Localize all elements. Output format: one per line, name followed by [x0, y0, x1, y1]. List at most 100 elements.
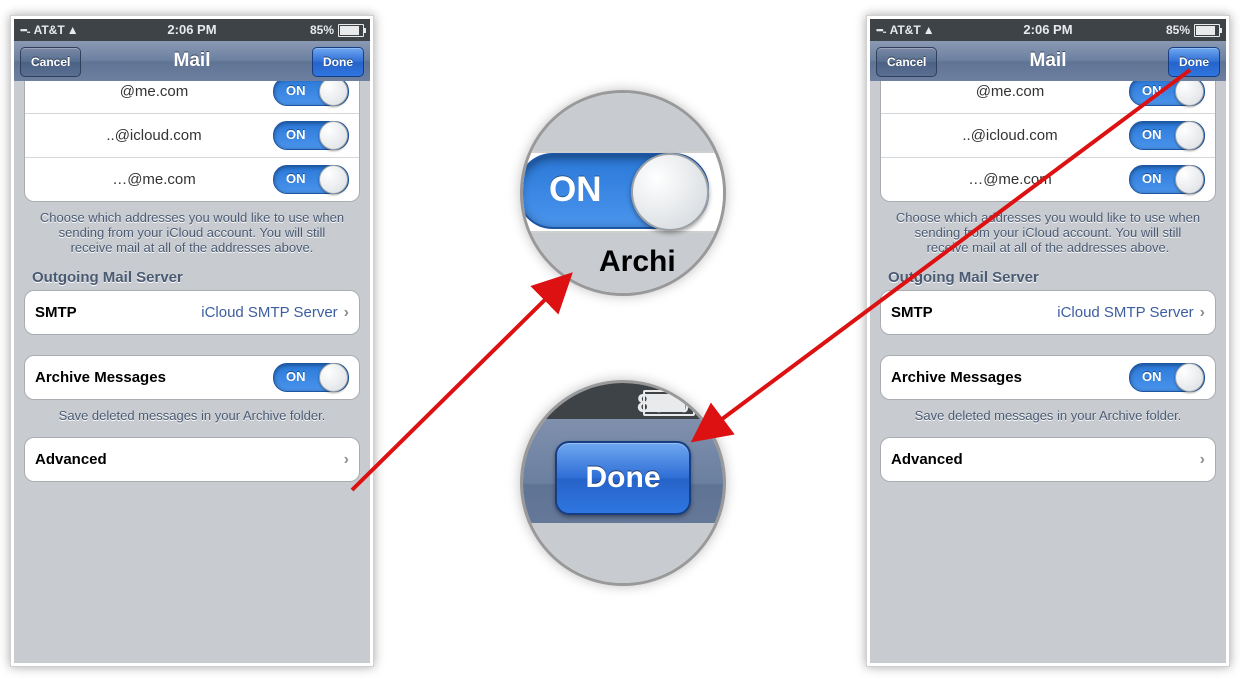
outgoing-group: SMTP iCloud SMTP Server ›: [880, 290, 1216, 335]
email-address: …@me.com: [35, 171, 273, 188]
wifi-icon: ▲: [923, 23, 935, 37]
smtp-row[interactable]: SMTP iCloud SMTP Server ›: [25, 291, 359, 334]
nav-bar: Cancel Mail Done: [870, 41, 1226, 82]
smtp-value: iCloud SMTP Server: [201, 304, 337, 321]
email-address-section: @me.com ON ..@icloud.com ON: [880, 81, 1216, 255]
email-row: …@me.com ON: [25, 158, 359, 201]
magnifier-done-button: 85% Done: [520, 380, 726, 586]
archive-toggle[interactable]: ON: [1129, 363, 1205, 392]
email-address: @me.com: [891, 83, 1129, 100]
outgoing-group: SMTP iCloud SMTP Server ›: [24, 290, 360, 335]
email-toggle[interactable]: ON: [273, 121, 349, 150]
signal-icon: ▪▪▪..: [20, 25, 30, 35]
archive-row: Archive Messages ON: [25, 356, 359, 399]
smtp-label: SMTP: [35, 304, 77, 321]
email-toggle[interactable]: ON: [1129, 121, 1205, 150]
signal-icon: ▪▪▪..: [876, 25, 886, 35]
chevron-right-icon: ›: [344, 304, 349, 322]
advanced-label: Advanced: [891, 451, 963, 468]
cancel-button[interactable]: Cancel: [20, 47, 81, 77]
battery-pct-label: 85%: [310, 23, 334, 37]
content-area: @me.com ON ..@icloud.com ON: [14, 81, 370, 663]
phone-left: ▪▪▪.. AT&T ▲ 2:06 PM 85% Cancel Mail Don…: [10, 15, 374, 667]
archive-section: Archive Messages ON Save deleted message…: [24, 355, 360, 423]
outgoing-header: Outgoing Mail Server: [32, 269, 360, 286]
archive-group: Archive Messages ON: [24, 355, 360, 400]
email-address: ..@icloud.com: [35, 127, 273, 144]
archive-section: Archive Messages ON Save deleted message…: [880, 355, 1216, 423]
email-address: @me.com: [35, 83, 273, 100]
toggle-knob-icon: [631, 153, 709, 231]
email-row: @me.com ON: [881, 81, 1215, 114]
email-group: @me.com ON ..@icloud.com ON: [24, 81, 360, 202]
archive-footer-label: Save deleted messages in your Archive fo…: [38, 408, 346, 423]
email-group: @me.com ON ..@icloud.com ON: [880, 81, 1216, 202]
toggle-knob-icon: [319, 121, 348, 150]
outgoing-section: Outgoing Mail Server SMTP iCloud SMTP Se…: [880, 269, 1216, 335]
toggle-on-label: ON: [1142, 171, 1162, 186]
toggle-on-label: ON: [1142, 83, 1162, 98]
email-toggle[interactable]: ON: [1129, 165, 1205, 194]
status-bar: ▪▪▪.. AT&T ▲ 2:06 PM 85%: [14, 19, 370, 41]
email-row: …@me.com ON: [881, 158, 1215, 201]
done-button[interactable]: Done: [1168, 47, 1220, 77]
advanced-section: Advanced ›: [24, 437, 360, 482]
outgoing-section: Outgoing Mail Server SMTP iCloud SMTP Se…: [24, 269, 360, 335]
advanced-group: Advanced ›: [24, 437, 360, 482]
canvas: ▪▪▪.. AT&T ▲ 2:06 PM 85% Cancel Mail Don…: [0, 0, 1240, 685]
content-area: @me.com ON ..@icloud.com ON: [870, 81, 1226, 663]
email-toggle[interactable]: ON: [273, 81, 349, 106]
nav-bar: Cancel Mail Done: [14, 41, 370, 82]
phone-right: ▪▪▪.. AT&T ▲ 2:06 PM 85% Cancel Mail Don…: [866, 15, 1230, 667]
toggle-on-label: ON: [549, 170, 602, 210]
toggle-on-label: ON: [1142, 127, 1162, 142]
done-button[interactable]: Done: [312, 47, 364, 77]
email-footer-label: Choose which addresses you would like to…: [894, 210, 1202, 255]
zoom-peek-text: Archi: [599, 245, 676, 279]
email-row: @me.com ON: [25, 81, 359, 114]
archive-row: Archive Messages ON: [881, 356, 1215, 399]
archive-toggle[interactable]: ON: [273, 363, 349, 392]
toggle-on-label: ON: [286, 127, 306, 142]
archive-group: Archive Messages ON: [880, 355, 1216, 400]
email-toggle[interactable]: ON: [273, 165, 349, 194]
smtp-row[interactable]: SMTP iCloud SMTP Server ›: [881, 291, 1215, 334]
toggle-on-label: ON: [286, 171, 306, 186]
carrier-label: AT&T: [34, 23, 65, 37]
carrier-label: AT&T: [890, 23, 921, 37]
email-address: ..@icloud.com: [891, 127, 1129, 144]
battery-icon: [338, 24, 364, 37]
chevron-right-icon: ›: [344, 451, 349, 469]
chevron-right-icon: ›: [1200, 451, 1205, 469]
battery-indicator: 85%: [310, 23, 364, 37]
advanced-row[interactable]: Advanced ›: [881, 438, 1215, 481]
email-row: ..@icloud.com ON: [25, 114, 359, 158]
outgoing-header: Outgoing Mail Server: [888, 269, 1216, 286]
email-footer-label: Choose which addresses you would like to…: [38, 210, 346, 255]
page-title: Mail: [174, 50, 211, 72]
archive-footer-label: Save deleted messages in your Archive fo…: [894, 408, 1202, 423]
email-address-section: @me.com ON ..@icloud.com ON: [24, 81, 360, 255]
smtp-value: iCloud SMTP Server: [1057, 304, 1193, 321]
status-bar: ▪▪▪.. AT&T ▲ 2:06 PM 85%: [870, 19, 1226, 41]
battery-icon: [1194, 24, 1220, 37]
advanced-row[interactable]: Advanced ›: [25, 438, 359, 481]
toggle-knob-icon: [1175, 121, 1204, 150]
wifi-icon: ▲: [67, 23, 79, 37]
smtp-label: SMTP: [891, 304, 933, 321]
toggle-on-label: ON: [1142, 369, 1162, 384]
advanced-label: Advanced: [35, 451, 107, 468]
toggle-knob-icon: [319, 81, 348, 106]
magnifier-on-toggle: ON Archi: [520, 90, 726, 296]
toggle-knob-icon: [319, 165, 348, 194]
email-toggle[interactable]: ON: [1129, 81, 1205, 106]
zoom-done-button: Done: [555, 441, 691, 515]
screen: ▪▪▪.. AT&T ▲ 2:06 PM 85% Cancel Mail Don…: [14, 19, 370, 663]
toggle-on-label: ON: [286, 83, 306, 98]
battery-icon: [643, 390, 695, 416]
toggle-knob-icon: [1175, 165, 1204, 194]
cancel-button[interactable]: Cancel: [876, 47, 937, 77]
archive-label: Archive Messages: [891, 369, 1022, 386]
email-row: ..@icloud.com ON: [881, 114, 1215, 158]
zoom-toggle: ON: [520, 153, 709, 229]
